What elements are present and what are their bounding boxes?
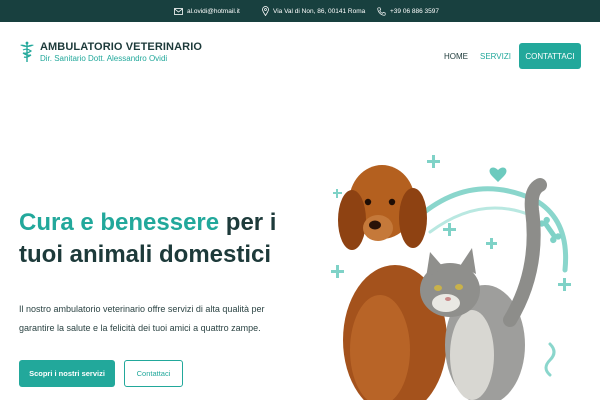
brand-text: AMBULATORIO VETERINARIO Dir. Sanitario D… (40, 41, 202, 64)
phone-icon (377, 6, 386, 16)
topbar-phone[interactable]: +39 06 886 3597 (377, 0, 439, 22)
map-pin-icon (262, 6, 269, 16)
nav-servizi-link[interactable]: SERVIZI (480, 52, 511, 61)
envelope-icon (174, 7, 183, 15)
topbar-email-text: al.ovidi@hotmail.it (187, 7, 240, 15)
site-header: AMBULATORIO VETERINARIO Dir. Sanitario D… (0, 22, 600, 92)
brand-logo[interactable]: AMBULATORIO VETERINARIO Dir. Sanitario D… (19, 41, 202, 68)
hero-pets-image (320, 140, 600, 400)
brand-title: AMBULATORIO VETERINARIO (40, 41, 203, 53)
brand-subtitle: Dir. Sanitario Dott. Alessandro Ovidi (40, 54, 168, 63)
topbar-address: Via Val di Non, 86, 00141 Roma (262, 0, 365, 22)
topbar-phone-text: +39 06 886 3597 (390, 7, 439, 15)
topbar-email[interactable]: al.ovidi@hotmail.it (174, 0, 240, 22)
nav-home-link[interactable]: HOME (444, 52, 468, 61)
topbar-address-text: Via Val di Non, 86, 00141 Roma (273, 7, 366, 15)
top-info-bar: al.ovidi@hotmail.it Via Val di Non, 86, … (0, 0, 600, 22)
contact-button[interactable]: Contattaci (124, 360, 183, 387)
hero-title: Cura e benessere per i tuoi animali dome… (19, 207, 319, 271)
contattaci-button[interactable]: CONTATTACI (519, 43, 581, 69)
hero-title-accent: Cura e benessere (19, 209, 220, 236)
caduceus-icon (19, 41, 35, 68)
hero-description: Il nostro ambulatorio veterinario offre … (19, 304, 265, 333)
discover-services-button[interactable]: Scopri i nostri servizi (19, 360, 115, 387)
